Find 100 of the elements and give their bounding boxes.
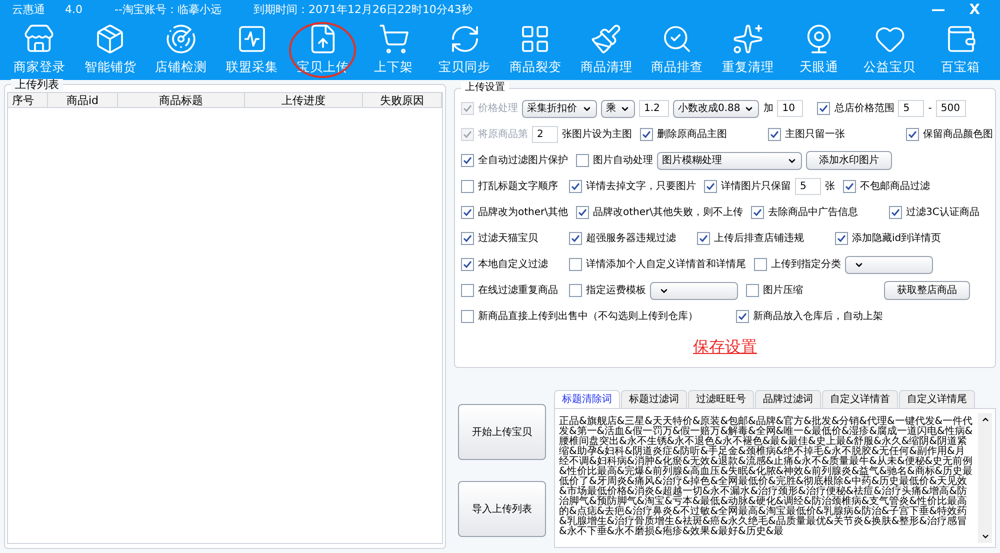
tab[interactable]: 自定义详情尾 xyxy=(899,390,975,408)
checkbox-label: 上传到指定分类 xyxy=(771,258,841,272)
check-icon xyxy=(463,130,472,139)
check-icon xyxy=(891,208,900,217)
checkbox-label: 主图只留一张 xyxy=(785,128,845,142)
tab[interactable]: 过滤旺旺号 xyxy=(688,390,754,408)
checkbox[interactable] xyxy=(569,258,582,271)
dropdown[interactable] xyxy=(845,256,933,274)
scroll-up-icon xyxy=(980,415,990,424)
checkbox-label: 新商品放入仓库后，自动上架 xyxy=(753,310,883,324)
checkbox-label: 新商品直接上传到出售中（不勾选则上传到仓库） xyxy=(478,310,698,324)
checkbox[interactable] xyxy=(461,258,474,271)
check-icon xyxy=(463,208,472,217)
check-icon xyxy=(845,182,854,191)
checkbox[interactable] xyxy=(835,232,848,245)
checkbox-label: 图片自动处理 xyxy=(593,154,653,168)
tab[interactable]: 标题清除词 xyxy=(554,390,620,408)
checkbox[interactable] xyxy=(889,206,902,219)
checkbox[interactable] xyxy=(906,128,919,141)
check-icon xyxy=(571,234,580,243)
column-header[interactable]: 序号 xyxy=(8,93,48,107)
input-field[interactable]: 500 xyxy=(936,100,966,117)
check-icon xyxy=(463,260,472,269)
checkbox-label: 图片压缩 xyxy=(763,284,803,298)
save-settings-link[interactable]: 保存设置 xyxy=(693,335,757,359)
checkbox-label: 详情添加个人自定义详情首和详情尾 xyxy=(586,258,746,272)
version: 4.0 xyxy=(65,2,82,18)
checkbox[interactable] xyxy=(461,284,474,297)
checkbox[interactable] xyxy=(576,154,589,167)
checkbox-label: 品牌改other\其他失败，则不上传 xyxy=(593,206,744,220)
checkbox[interactable] xyxy=(569,180,582,193)
checkbox-label: 上传后排查店铺违规 xyxy=(714,232,804,246)
check-icon xyxy=(463,234,472,243)
checkbox[interactable] xyxy=(817,102,830,115)
checkbox-label: 价格处理 xyxy=(478,102,518,116)
checkbox-label: 详情去掉文字，只要图片 xyxy=(586,180,696,194)
action-button[interactable]: 开始上传宝贝 xyxy=(458,404,546,460)
column-header[interactable]: 商品id xyxy=(48,93,118,107)
input-field[interactable]: 1.2 xyxy=(639,100,669,117)
checkbox-label: 将原商品第 xyxy=(478,128,528,142)
action-button[interactable]: 导入上传列表 xyxy=(458,481,546,537)
input-field[interactable]: 10 xyxy=(777,100,804,117)
text-area[interactable]: 正品&旗舰店&三星&天天特价&原装&包邮&品牌&官方&批发&分销&代理&一键代发&一件代发&第一&活血&假一罚万&假一赔万&解毒&全网&唯一&最低价&湿疹&腐成一道闪电&性病&腰椎间盘突出&永不生锈&永不退色&永不褪色&最&最佳&史上最&舒服&永久&缩阴&阴道紧缩&助孕&妇科&阴道炎症&防听&手足金&颈椎病&绝不掉毛&永不脱胶&无任何&副作用&月经不调&妇科病&消肿&化瘀&无效&退款&流感&止痛&永不&质量最牛&从未&便秘&史无前例&性价比最高&完爆&前列腺&高血压&失眠&化脓&神效&前列腺炎&益气&驰名&商标&历史最低价了&牙周炎&痛风&治疗&掉色&全网最低价&完胜&彻底根除&中药&历史最低价&天见效&市场最低价格&消炎&超越一切&永不漏水&治疗颈形&治疗便秘&祛痘&治疗头痛&增高&防治脚气&预防脚气&淘宝&亏本&最低&动脉&硬化&调经&防治颈椎病&支气管炎&性价比最高的&点痣&去疤&治疗鼻炎&不过敏&全网最高&淘宝最低价&乳腺病&防治&子宫下垂&特效药&乳腺增生&治疗骨质增生&祛斑&癌&永久绝毛&品质量最优&关节炎&换肤&整形&治疗感冒&永不下垂&永不磨损&疱疹&效果&最好&历史&最 xyxy=(559,413,974,543)
checkbox[interactable] xyxy=(746,284,759,297)
checkbox-label: 添加隐藏id到详情页 xyxy=(852,232,942,246)
checkbox[interactable] xyxy=(461,154,474,167)
brush-icon xyxy=(590,23,622,56)
expiry-text: 到期时间：2071年12月26日22时10分43秒 xyxy=(253,2,472,18)
action-button[interactable]: 获取整店商品 xyxy=(884,281,970,300)
dropdown[interactable]: 乘 xyxy=(601,100,635,118)
checkbox[interactable] xyxy=(461,206,474,219)
column-header[interactable]: 失败原因 xyxy=(363,93,442,107)
checkbox[interactable] xyxy=(569,284,582,297)
checkbox[interactable] xyxy=(461,180,474,193)
checkbox[interactable] xyxy=(768,128,781,141)
checkbox[interactable] xyxy=(697,232,710,245)
sparkle-icon xyxy=(732,23,764,56)
checkbox-label: 超强服务器违规过滤 xyxy=(586,232,676,246)
checkbox[interactable] xyxy=(736,310,749,323)
app-name: 云惠通 xyxy=(12,2,45,18)
check-icon xyxy=(706,182,715,191)
input-field[interactable]: 5 xyxy=(795,178,821,195)
dropdown[interactable]: 图片模糊处理 xyxy=(657,152,802,170)
action-button[interactable]: 添加水印图片 xyxy=(806,151,892,170)
dropdown[interactable]: 采集折扣价 xyxy=(522,100,597,118)
dropdown[interactable] xyxy=(650,282,738,300)
tab[interactable]: 自定义详情首 xyxy=(822,390,898,408)
column-header[interactable]: 上传进度 xyxy=(245,93,363,107)
check-icon xyxy=(642,130,651,139)
column-header[interactable]: 商品标题 xyxy=(118,93,245,107)
checkbox[interactable] xyxy=(576,206,590,219)
checkbox[interactable] xyxy=(704,180,717,193)
dropdown[interactable]: 小数改成0.88 xyxy=(673,100,760,118)
input-field[interactable]: 5 xyxy=(898,100,924,117)
input-field[interactable]: 2 xyxy=(532,126,558,143)
checkbox[interactable] xyxy=(640,128,653,141)
checkbox-label: 本地自定义过滤 xyxy=(478,258,548,272)
cart-icon xyxy=(378,23,410,56)
scrollbar[interactable] xyxy=(978,413,992,543)
checkbox[interactable] xyxy=(461,232,474,245)
checkbox-label: 删除原商品主图 xyxy=(657,128,727,142)
checkbox-label: 品牌改为other\其他 xyxy=(478,206,568,220)
tab[interactable]: 标题过滤词 xyxy=(621,390,687,408)
panel-title: 上传设置 xyxy=(461,82,509,94)
panel-title: 上传列表 xyxy=(11,79,63,91)
tab[interactable]: 品牌过滤词 xyxy=(755,390,821,408)
checkbox[interactable] xyxy=(569,232,582,245)
check-icon xyxy=(837,234,846,243)
checkbox-label: 过滤3C认证商品 xyxy=(906,206,980,220)
check-icon xyxy=(753,208,762,217)
label-text: 张图片设为主图 xyxy=(562,128,632,142)
checkbox[interactable] xyxy=(843,180,856,193)
checkbox-label: 过滤天猫宝贝 xyxy=(478,232,538,246)
scroll-down-icon xyxy=(980,532,990,541)
checkbox[interactable] xyxy=(754,258,767,271)
checkbox-label: 总店价格范围 xyxy=(834,102,894,116)
check-icon xyxy=(578,208,588,217)
checkbox[interactable] xyxy=(461,310,474,323)
check-icon xyxy=(770,130,779,139)
checkbox[interactable] xyxy=(751,206,764,219)
